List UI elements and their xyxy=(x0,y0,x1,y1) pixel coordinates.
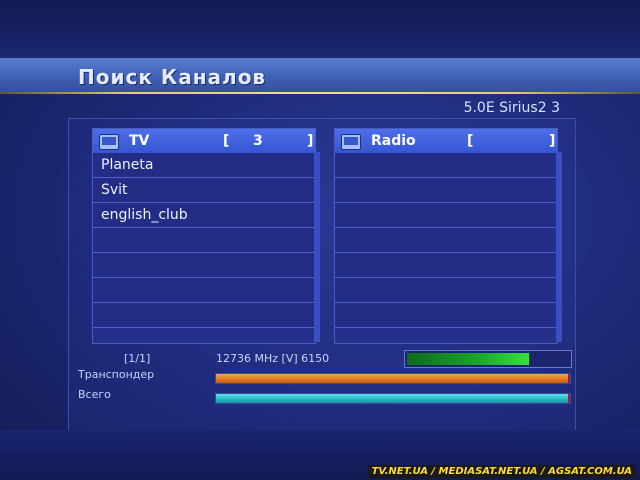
page-title: Поиск Каналов xyxy=(78,65,267,89)
tv-channel-row[interactable]: Svit xyxy=(93,178,315,203)
radio-channel-row[interactable] xyxy=(335,178,557,203)
page-indicator: [1/1] xyxy=(124,352,151,365)
title-divider xyxy=(0,92,640,94)
tv-channel-row[interactable]: Planeta xyxy=(93,153,315,178)
tv-channel-row[interactable] xyxy=(93,303,315,328)
radio-list-header: Radio [ ] xyxy=(335,129,557,153)
watermark-text: TV.NET.UA / MEDIASAT.NET.UA / AGSAT.COM.… xyxy=(367,465,636,478)
radio-channel-list[interactable]: Radio [ ] xyxy=(334,128,558,344)
tv-channel-row[interactable]: english_club xyxy=(93,203,315,228)
signal-strength-fill xyxy=(407,353,529,365)
signal-strength-meter xyxy=(404,350,572,368)
radio-count-open-bracket: [ xyxy=(467,133,474,149)
tv-scrollbar[interactable] xyxy=(314,152,320,342)
tv-count-close-bracket: ] xyxy=(307,133,314,149)
tv-count-open-bracket: [ xyxy=(223,133,230,149)
satellite-label: 5.0E Sirius2 3 xyxy=(463,100,560,116)
tv-list-header: TV [ 3 ] xyxy=(93,129,315,153)
tv-channel-count: 3 xyxy=(253,133,263,149)
radio-channel-row[interactable] xyxy=(335,303,557,328)
total-label: Всего xyxy=(78,388,111,401)
radio-channel-row[interactable] xyxy=(335,278,557,303)
total-progress-bar xyxy=(215,393,571,404)
transponder-progress-bar xyxy=(215,373,571,384)
top-background xyxy=(0,0,640,58)
tv-channel-list[interactable]: TV [ 3 ] Planeta Svit english_club xyxy=(92,128,316,344)
radio-channel-row[interactable] xyxy=(335,253,557,278)
tv-channel-row[interactable] xyxy=(93,228,315,253)
radio-channel-row[interactable] xyxy=(335,153,557,178)
tv-icon xyxy=(99,134,119,150)
tv-channel-row[interactable] xyxy=(93,278,315,303)
tv-list-title: TV xyxy=(129,133,150,149)
radio-icon xyxy=(341,134,361,150)
tv-channel-row[interactable] xyxy=(93,253,315,278)
radio-list-title: Radio xyxy=(371,133,416,149)
radio-count-close-bracket: ] xyxy=(549,133,556,149)
radio-channel-row[interactable] xyxy=(335,203,557,228)
radio-channel-row[interactable] xyxy=(335,228,557,253)
radio-scrollbar[interactable] xyxy=(556,152,562,342)
transponder-label: Транспондер xyxy=(78,368,155,381)
frequency-readout: 12736 MHz [V] 6150 xyxy=(216,352,330,365)
